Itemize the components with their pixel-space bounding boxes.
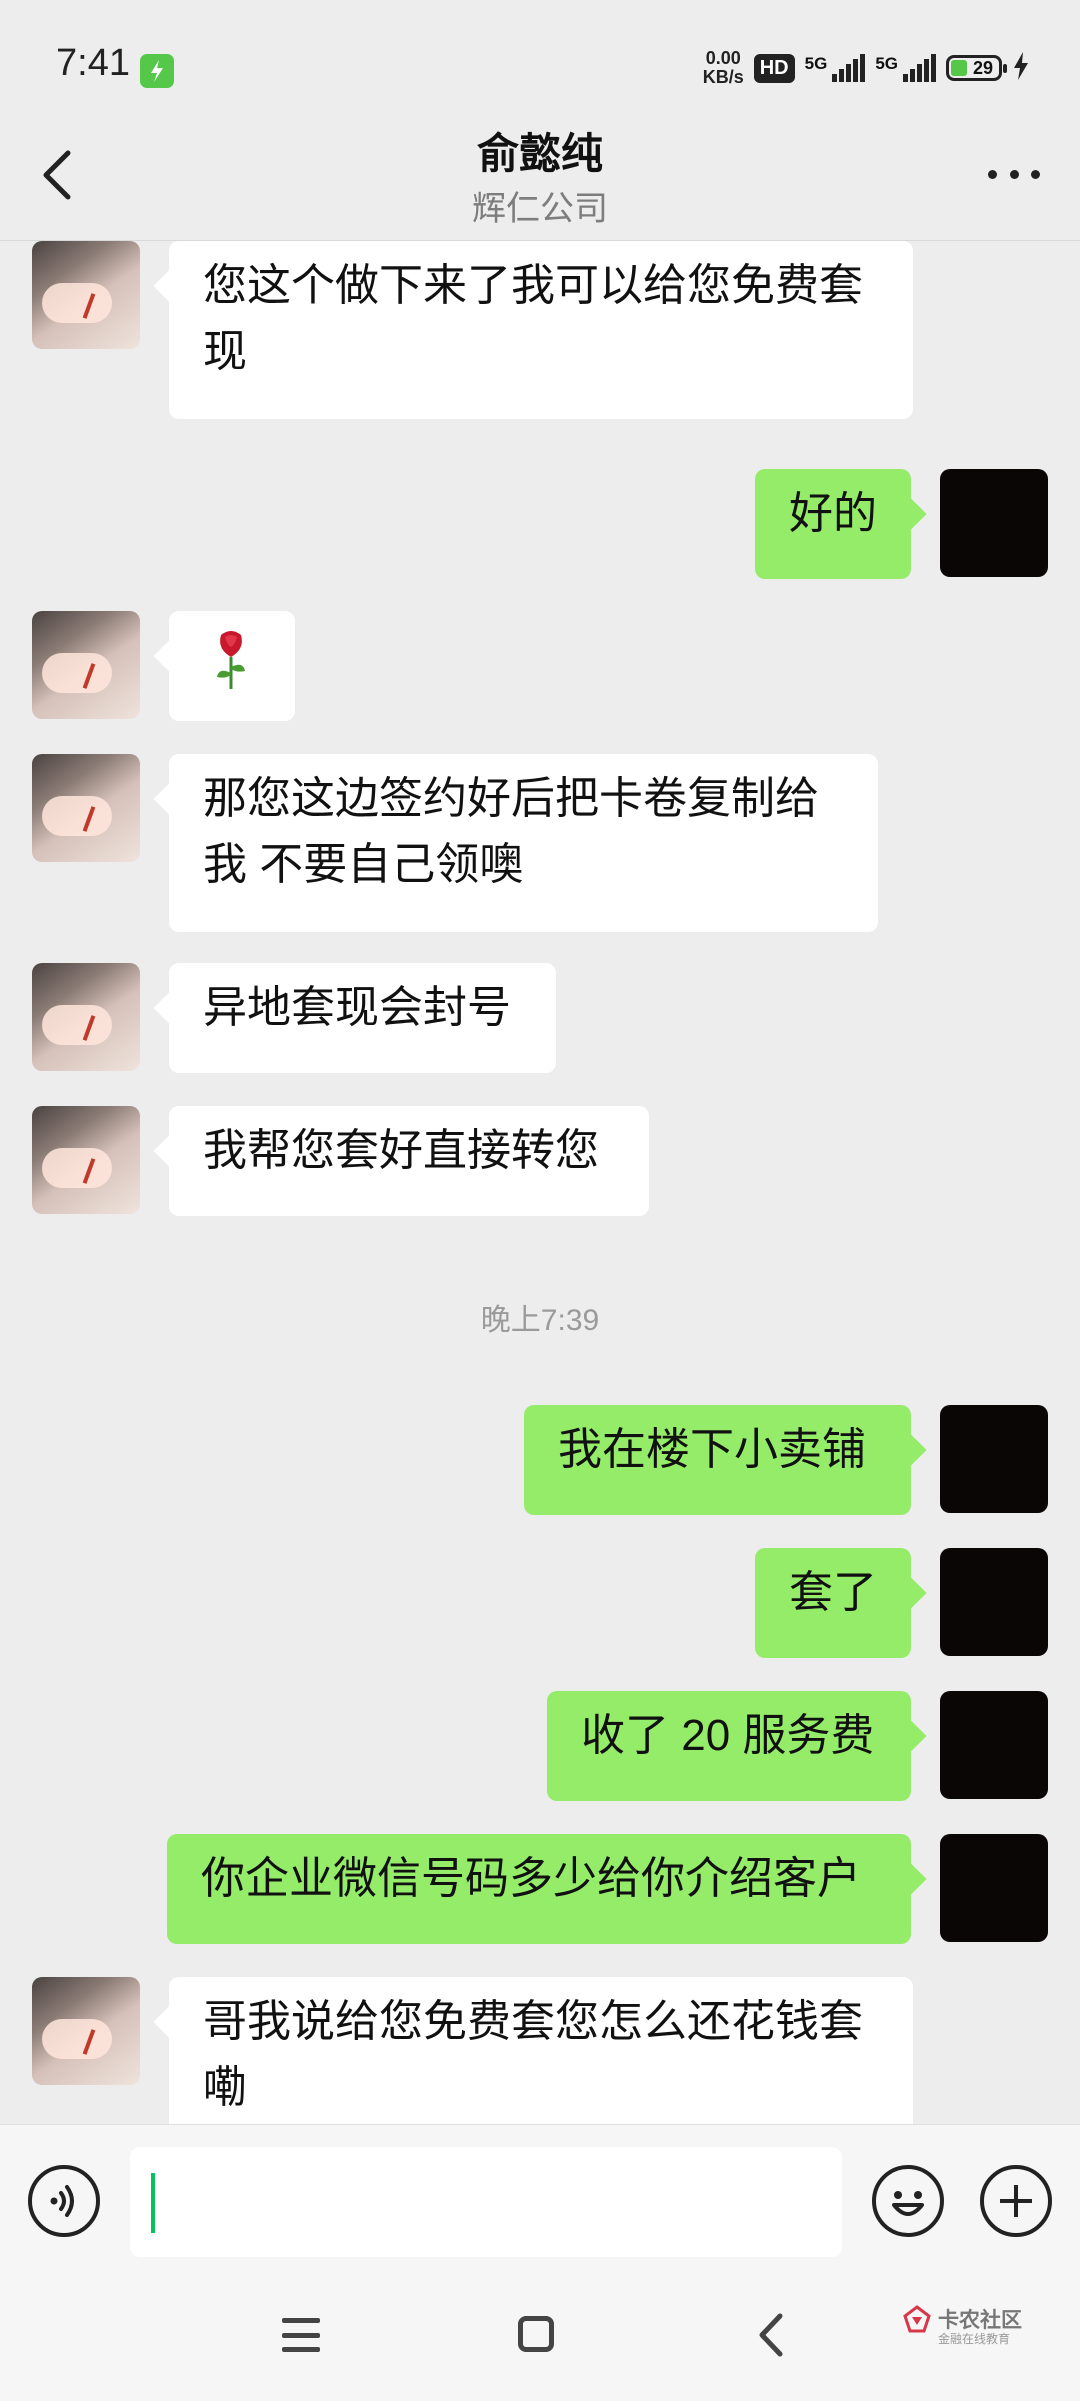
- message-row: 你企业微信号码多少给你介绍客户: [0, 1817, 1080, 1945]
- voice-icon: [50, 2185, 74, 2217]
- watermark-tagline: 金融在线教育: [938, 2332, 1011, 2346]
- hd-label: HD: [759, 56, 789, 79]
- more-dot-icon: [988, 169, 997, 179]
- menu-line-icon: [282, 2332, 320, 2338]
- message-list[interactable]: 您这个做下来了我可以给您免费套现 好的 那您这边签约好后把卡卷复制给我 不要自己…: [0, 241, 1080, 2124]
- message-row: 好的: [0, 452, 1080, 580]
- status-bar: 7:41 0.00 KB/s HD 5G 5G 29: [0, 0, 1080, 128]
- message-bubble[interactable]: 我帮您套好直接转您: [169, 1106, 649, 1216]
- message-bubble[interactable]: 哥我说给您免费套您怎么还花钱套嘞: [169, 1977, 913, 2124]
- more-functions-button[interactable]: [980, 2165, 1052, 2237]
- message-row: 收了 20 服务费: [0, 1674, 1080, 1802]
- network-type-1: 5G: [804, 54, 828, 73]
- contact-company: 辉仁公司: [472, 190, 608, 228]
- voice-input-button[interactable]: [28, 2165, 100, 2237]
- charging-notification-icon: [140, 54, 174, 88]
- emoji-button[interactable]: [872, 2165, 944, 2237]
- message-bubble[interactable]: 您这个做下来了我可以给您免费套现: [169, 241, 913, 419]
- message-row: [0, 594, 1080, 722]
- battery-level: 29: [972, 58, 993, 78]
- message-text: 那您这边签约好后把卡卷复制给我 不要自己领噢: [203, 774, 819, 889]
- message-bubble[interactable]: 套了: [755, 1548, 911, 1658]
- menu-line-icon: [282, 2347, 320, 2352]
- more-dot-icon: [1031, 169, 1040, 179]
- message-bubble[interactable]: 我在楼下小卖铺: [524, 1405, 911, 1515]
- contact-avatar[interactable]: [32, 1106, 140, 1214]
- message-row: 异地套现会封号: [0, 946, 1080, 1074]
- message-bubble[interactable]: 收了 20 服务费: [547, 1691, 911, 1801]
- network-speed-value: 0.00: [705, 48, 741, 68]
- message-text: 我帮您套好直接转您: [203, 1126, 599, 1175]
- more-options-button[interactable]: [988, 167, 1040, 181]
- network-speed: 0.00 KB/s: [703, 49, 744, 87]
- message-bubble[interactable]: [169, 611, 295, 721]
- my-avatar[interactable]: [940, 1691, 1048, 1799]
- watermark-logo-icon: [903, 2305, 931, 2333]
- message-text: 您这个做下来了我可以给您免费套现: [203, 261, 863, 376]
- message-text: 套了: [789, 1568, 877, 1617]
- text-cursor: [151, 2173, 155, 2233]
- message-text: 我在楼下小卖铺: [558, 1425, 866, 1474]
- message-row: 我在楼下小卖铺: [0, 1388, 1080, 1516]
- message-bubble[interactable]: 好的: [755, 469, 911, 579]
- battery-icon: 29: [946, 55, 1007, 81]
- my-avatar[interactable]: [940, 1548, 1048, 1656]
- message-row: 套了: [0, 1531, 1080, 1659]
- contact-avatar[interactable]: [32, 241, 140, 349]
- rose-icon: [217, 631, 245, 689]
- contact-name: 俞懿纯: [476, 130, 603, 177]
- network-speed-unit: KB/s: [702, 67, 744, 87]
- message-timestamp: 晚上7:39: [480, 1304, 600, 1337]
- message-row: 哥我说给您免费套您怎么还花钱套嘞: [0, 1960, 1080, 2124]
- signal-strength-icon-2: 5G: [875, 54, 936, 82]
- emoji-icon: [892, 2191, 924, 2216]
- input-bar: 卡农社区 金融在线教育: [0, 2124, 1080, 2401]
- system-navigation-bar: 卡农社区 金融在线教育: [0, 2266, 1080, 2401]
- home-button[interactable]: [518, 2316, 554, 2352]
- hd-voice-icon: HD: [753, 53, 795, 83]
- message-text: 哥我说给您免费套您怎么还花钱套嘞: [203, 1997, 863, 2112]
- message-row: 那您这边签约好后把卡卷复制给我 不要自己领噢: [0, 737, 1080, 932]
- system-back-button[interactable]: [752, 2312, 792, 2358]
- message-text: 你企业微信号码多少给你介绍客户: [201, 1854, 861, 1903]
- status-time: 7:41: [56, 42, 130, 84]
- my-avatar[interactable]: [940, 469, 1048, 577]
- recent-apps-button[interactable]: [282, 2318, 320, 2352]
- message-bubble[interactable]: 你企业微信号码多少给你介绍客户: [167, 1834, 911, 1944]
- watermark: 卡农社区 金融在线教育: [900, 2302, 1030, 2352]
- message-text: 好的: [789, 489, 877, 538]
- system-back-icon: [759, 2313, 783, 2357]
- menu-line-icon: [282, 2318, 320, 2323]
- message-row: 我帮您套好直接转您: [0, 1089, 1080, 1217]
- network-type-2: 5G: [875, 54, 898, 73]
- my-avatar[interactable]: [940, 1405, 1048, 1513]
- status-indicators: 0.00 KB/s HD 5G 5G 29: [703, 46, 1030, 90]
- message-bubble[interactable]: 那您这边签约好后把卡卷复制给我 不要自己领噢: [169, 754, 878, 932]
- contact-avatar[interactable]: [32, 1977, 140, 2085]
- contact-avatar[interactable]: [32, 963, 140, 1071]
- signal-strength-icon: 5G: [805, 54, 866, 82]
- more-dot-icon: [1009, 169, 1019, 179]
- message-row: 您这个做下来了我可以给您免费套现: [0, 241, 1080, 419]
- chat-header: 俞懿纯 辉仁公司: [0, 115, 1080, 241]
- message-text: 异地套现会封号: [203, 983, 511, 1032]
- my-avatar[interactable]: [940, 1834, 1048, 1942]
- message-text: 收了 20 服务费: [581, 1711, 875, 1760]
- charging-icon: [1012, 51, 1030, 86]
- message-bubble[interactable]: 异地套现会封号: [169, 963, 556, 1073]
- contact-avatar[interactable]: [32, 611, 140, 719]
- message-input[interactable]: [130, 2147, 842, 2257]
- contact-avatar[interactable]: [32, 754, 140, 862]
